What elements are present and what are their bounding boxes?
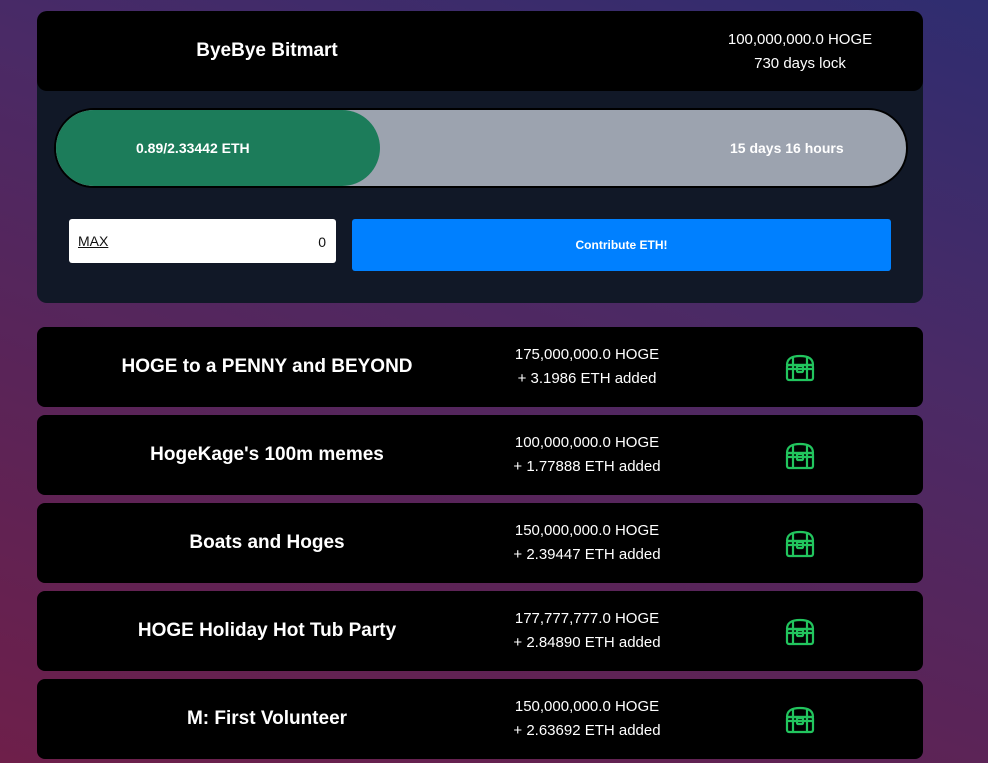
eth-added: + 2.39447 ETH added [513, 546, 661, 563]
treasure-chest-icon[interactable] [784, 440, 816, 472]
hoge-amount: 175,000,000.0 HOGE [514, 346, 660, 363]
hoge-amount: 177,777,777.0 HOGE [514, 610, 660, 627]
campaign-title: M: First Volunteer [186, 708, 348, 729]
funding-progress-bar: 0.89/2.33442 ETH 15 days 16 hours [54, 108, 908, 188]
campaign-title: Boats and Hoges [189, 532, 345, 553]
campaign-title: ByeBye Bitmart [196, 40, 338, 61]
campaign-card[interactable]: HOGE to a PENNY and BEYOND 175,000,000.0 … [37, 327, 923, 407]
campaign-amounts: 177,777,777.0 HOGE + 2.84890 ETH added [487, 607, 687, 655]
treasure-chest-icon[interactable] [784, 616, 816, 648]
eth-added: + 2.63692 ETH added [513, 722, 661, 739]
campaign-card[interactable]: M: First Volunteer 150,000,000.0 HOGE + 2.… [37, 679, 923, 759]
hoge-amount: 150,000,000.0 HOGE [514, 698, 660, 715]
campaign-title: HogeKage's 100m memes [150, 444, 384, 465]
eth-amount-input[interactable] [204, 230, 328, 254]
treasure-chest-icon[interactable] [784, 352, 816, 384]
hoge-amount: 150,000,000.0 HOGE [514, 522, 660, 539]
campaign-amounts: 150,000,000.0 HOGE + 2.39447 ETH added [487, 519, 687, 567]
treasure-chest-icon[interactable] [784, 528, 816, 560]
campaign-card[interactable]: HogeKage's 100m memes 100,000,000.0 HOGE +… [37, 415, 923, 495]
eth-added: + 2.84890 ETH added [513, 634, 661, 651]
hoge-amount: 100,000,000.0 HOGE [727, 31, 873, 48]
max-button[interactable]: MAX [78, 219, 108, 263]
campaign-amounts: 100,000,000.0 HOGE 730 days lock [700, 28, 900, 76]
hoge-amount: 100,000,000.0 HOGE [514, 434, 660, 451]
active-campaign-header: ByeBye Bitmart 100,000,000.0 HOGE 730 da… [37, 11, 923, 91]
campaign-amounts: 100,000,000.0 HOGE + 1.77888 ETH added [487, 431, 687, 479]
campaign-title: HOGE Holiday Hot Tub Party [137, 620, 397, 641]
progress-amount: 0.89/2.33442 ETH [136, 140, 250, 156]
contribute-button[interactable]: Contribute ETH! [352, 219, 891, 271]
active-campaign-card: ByeBye Bitmart 100,000,000.0 HOGE 730 da… [37, 11, 923, 303]
campaign-title: HOGE to a PENNY and BEYOND [121, 356, 413, 377]
campaign-amounts: 175,000,000.0 HOGE + 3.1986 ETH added [487, 343, 687, 391]
campaign-card[interactable]: HOGE Holiday Hot Tub Party 177,777,777.0 … [37, 591, 923, 671]
lock-duration: 730 days lock [754, 55, 846, 72]
campaign-card[interactable]: Boats and Hoges 150,000,000.0 HOGE + 2.394… [37, 503, 923, 583]
eth-added: + 3.1986 ETH added [517, 370, 657, 387]
campaign-amounts: 150,000,000.0 HOGE + 2.63692 ETH added [487, 695, 687, 743]
eth-added: + 1.77888 ETH added [513, 458, 661, 475]
time-remaining: 15 days 16 hours [730, 140, 844, 156]
treasure-chest-icon[interactable] [784, 704, 816, 736]
contribution-input-group: MAX [69, 219, 336, 263]
